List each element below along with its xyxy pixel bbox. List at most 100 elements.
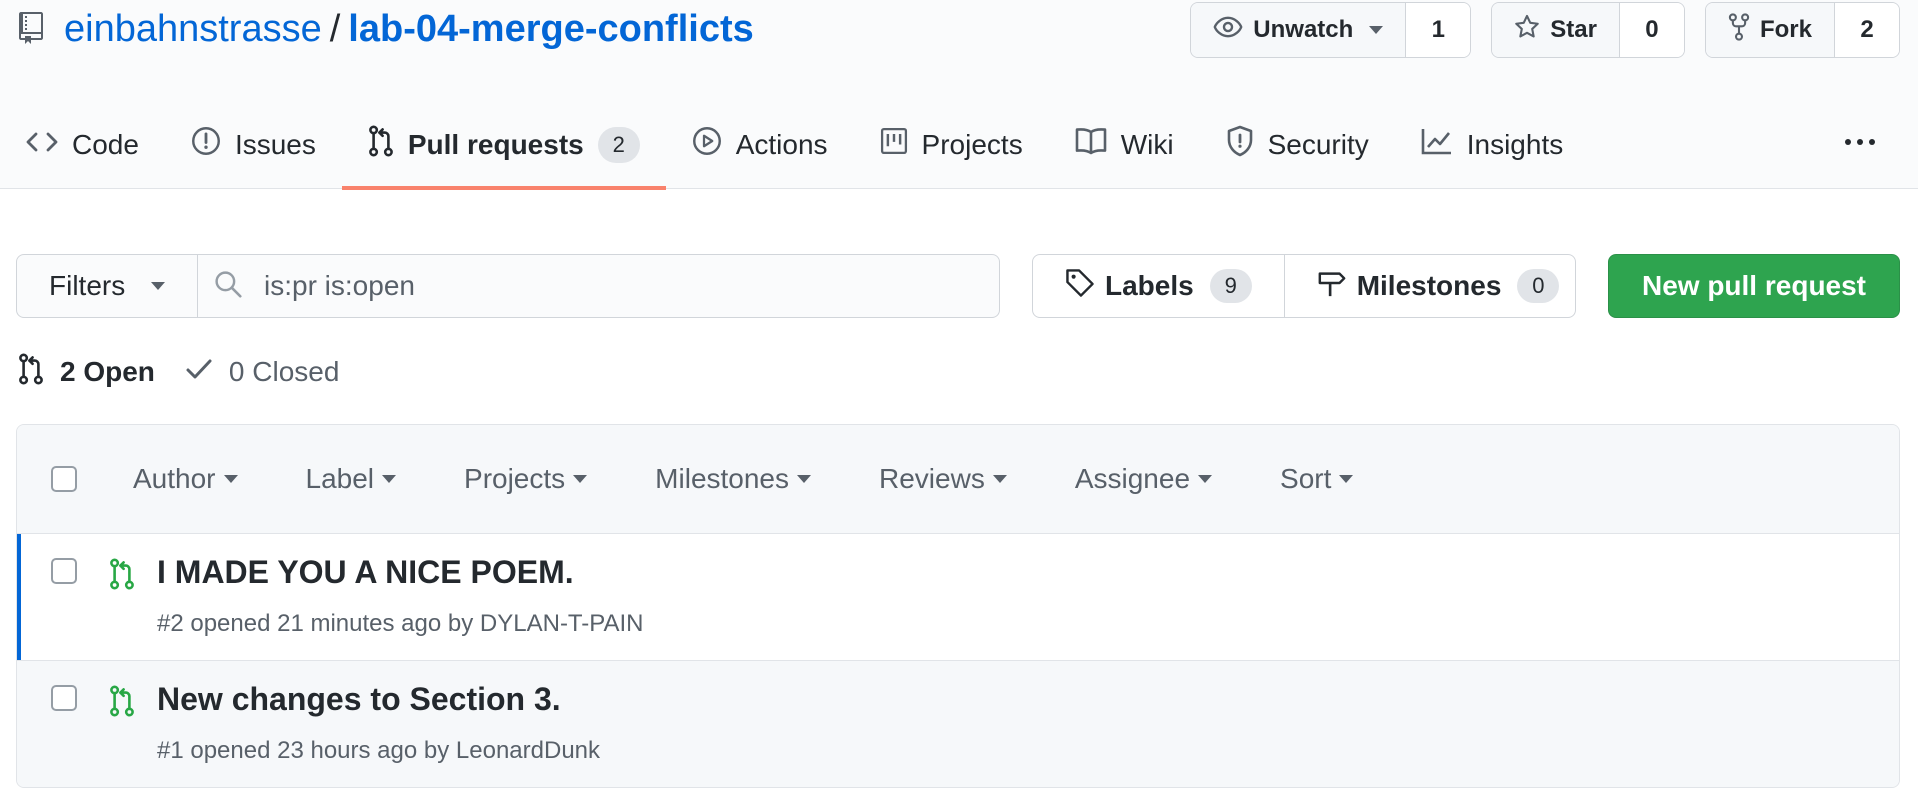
- labels-label: Labels: [1105, 270, 1194, 301]
- watch-count[interactable]: 1: [1406, 3, 1471, 57]
- milestones-count: 0: [1517, 269, 1560, 303]
- select-all-checkbox[interactable]: [51, 466, 77, 492]
- chevron-down-icon: [992, 475, 1007, 483]
- filters-dropdown-button[interactable]: Filters: [16, 254, 198, 318]
- labels-count: 9: [1209, 269, 1252, 303]
- project-icon: [880, 127, 908, 162]
- open-pull-request-icon: [109, 685, 135, 722]
- closed-count-label: 0 Closed: [228, 356, 340, 387]
- tab-projects[interactable]: Projects: [854, 100, 1049, 189]
- assignee-filter-label: Assignee: [1074, 463, 1191, 494]
- chevron-down-icon: [382, 475, 397, 483]
- chevron-down-icon: [1369, 26, 1384, 34]
- pr-meta: #1 opened 23 hours ago by LeonardDunk: [157, 737, 601, 764]
- labels-button[interactable]: Labels 9: [1033, 255, 1284, 317]
- check-icon: [185, 356, 213, 388]
- search-icon: [214, 270, 242, 303]
- repo-name-link[interactable]: lab-04-merge-conflicts: [348, 8, 753, 51]
- open-state-link[interactable]: 2 Open: [18, 352, 155, 392]
- chevron-down-icon: [573, 475, 588, 483]
- chevron-down-icon: [151, 282, 166, 290]
- milestones-button[interactable]: Milestones 0: [1283, 255, 1575, 317]
- list-item: New changes to Section 3. #1 opened 23 h…: [17, 661, 1899, 787]
- author-filter[interactable]: Author: [133, 463, 238, 495]
- repo-icon: [18, 12, 48, 46]
- tab-wiki[interactable]: Wiki: [1049, 100, 1200, 189]
- unwatch-label: Unwatch: [1253, 16, 1354, 43]
- pr-checkbox[interactable]: [51, 685, 77, 711]
- tab-issues-label: Issues: [234, 128, 316, 160]
- milestones-label: Milestones: [1356, 270, 1502, 301]
- list-header: Author Label Projects Milestones Reviews…: [17, 425, 1899, 534]
- reviews-filter[interactable]: Reviews: [879, 463, 1007, 495]
- search-input[interactable]: [264, 270, 964, 302]
- repo-owner-link[interactable]: einbahnstrasse: [64, 8, 322, 51]
- fork-button-group: Fork 2: [1704, 2, 1900, 58]
- reviews-filter-label: Reviews: [879, 463, 985, 494]
- fork-count[interactable]: 2: [1835, 3, 1899, 57]
- pr-meta: #2 opened 21 minutes ago by DYLAN-T-PAIN: [157, 610, 644, 637]
- open-count-label: 2 Open: [60, 356, 155, 387]
- tab-security[interactable]: Security: [1200, 100, 1395, 189]
- tab-actions-label: Actions: [735, 128, 828, 160]
- pr-title-link[interactable]: New changes to Section 3.: [157, 681, 561, 718]
- repo-separator: /: [329, 7, 341, 50]
- tab-wiki-label: Wiki: [1120, 128, 1174, 160]
- star-button[interactable]: Star: [1492, 3, 1620, 57]
- author-filter-label: Author: [133, 463, 216, 494]
- star-count[interactable]: 0: [1619, 3, 1684, 57]
- projects-filter-label: Projects: [464, 463, 566, 494]
- chevron-down-icon: [223, 475, 238, 483]
- list-item: I MADE YOU A NICE POEM. #2 opened 21 min…: [17, 534, 1899, 661]
- open-pull-request-icon: [109, 558, 135, 595]
- new-pull-request-button[interactable]: New pull request: [1608, 254, 1900, 318]
- fork-button[interactable]: Fork: [1705, 3, 1835, 57]
- tab-code[interactable]: Code: [0, 100, 165, 189]
- tab-issues[interactable]: Issues: [165, 100, 342, 189]
- pull-request-list: Author Label Projects Milestones Reviews…: [16, 424, 1900, 788]
- tab-actions[interactable]: Actions: [666, 100, 854, 189]
- pr-title-link[interactable]: I MADE YOU A NICE POEM.: [157, 554, 574, 591]
- milestones-filter[interactable]: Milestones: [655, 463, 812, 495]
- more-options-kebab-icon[interactable]: [1840, 122, 1880, 162]
- filter-bar: Filters: [16, 254, 1000, 318]
- repo-title: einbahnstrasse / lab-04-merge-conflicts: [18, 4, 754, 54]
- git-pull-request-icon: [368, 125, 394, 164]
- pull-requests-count-badge: 2: [597, 126, 640, 163]
- repo-actions: Unwatch 1 Star 0 Fork 2: [1190, 2, 1900, 58]
- issue-icon: [191, 126, 221, 163]
- tab-pull-requests-label: Pull requests: [407, 128, 584, 160]
- tab-code-label: Code: [72, 128, 139, 160]
- projects-filter[interactable]: Projects: [464, 463, 588, 495]
- milestone-icon: [1317, 268, 1347, 305]
- star-label: Star: [1550, 16, 1597, 43]
- filters-label: Filters: [49, 270, 126, 301]
- pr-checkbox[interactable]: [51, 558, 77, 584]
- closed-state-link[interactable]: 0 Closed: [185, 356, 340, 388]
- tab-insights-label: Insights: [1466, 128, 1564, 160]
- git-pull-request-icon: [18, 352, 44, 392]
- unwatch-button[interactable]: Unwatch: [1191, 3, 1407, 57]
- fork-label: Fork: [1759, 16, 1812, 43]
- star-icon: [1514, 14, 1540, 47]
- search-box: [198, 254, 1000, 318]
- chevron-down-icon: [1198, 475, 1213, 483]
- tab-security-label: Security: [1267, 128, 1369, 160]
- label-filter[interactable]: Label: [306, 463, 397, 495]
- list-header-filters: Author Label Projects Milestones Reviews…: [133, 463, 1421, 495]
- tab-insights[interactable]: Insights: [1395, 100, 1590, 189]
- play-icon: [692, 126, 722, 163]
- eye-icon: [1213, 16, 1243, 45]
- book-icon: [1075, 127, 1107, 162]
- watch-button-group: Unwatch 1: [1190, 2, 1472, 58]
- chevron-down-icon: [797, 475, 812, 483]
- milestones-filter-label: Milestones: [655, 463, 790, 494]
- tab-pull-requests[interactable]: Pull requests 2: [341, 100, 666, 190]
- fork-icon: [1728, 12, 1750, 48]
- graph-icon: [1421, 127, 1453, 162]
- tag-icon: [1065, 268, 1095, 305]
- code-icon: [26, 129, 58, 161]
- sort-filter-label: Sort: [1280, 463, 1332, 494]
- sort-filter[interactable]: Sort: [1280, 463, 1354, 495]
- assignee-filter[interactable]: Assignee: [1074, 463, 1213, 495]
